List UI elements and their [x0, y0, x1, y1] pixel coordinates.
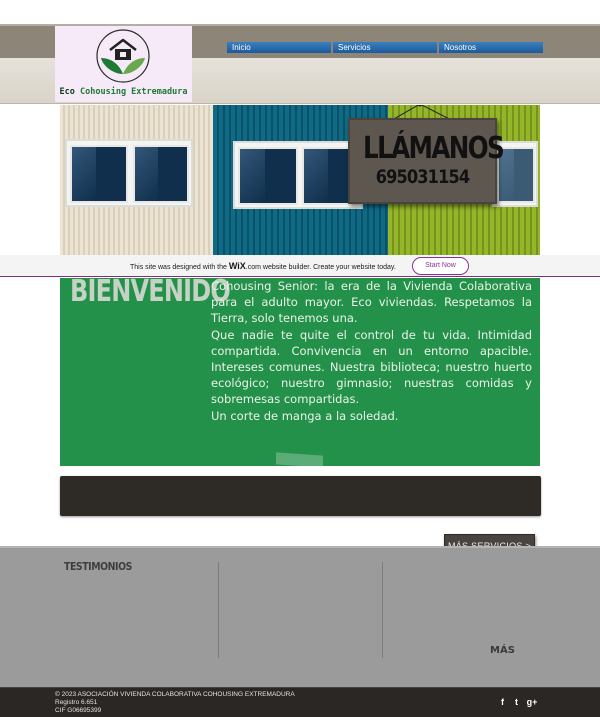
footer: © 2023 ASOCIACIÓN VIVIENDA COLABORATIVA … [0, 687, 600, 717]
site-logo[interactable]: Eco Cohousing Extremadura [55, 26, 192, 102]
testimonials-section: TESTIMONIOS MÁS [0, 546, 600, 687]
footer-copyright: © 2023 ASOCIACIÓN VIVIENDA COLABORATIVA … [55, 691, 295, 698]
welcome-paragraph: Que nadie te quite el control de tu vida… [211, 327, 532, 407]
logo-word-eco: Eco [59, 87, 75, 97]
wix-banner-text: This site was designed with the WiX.com … [130, 261, 396, 271]
footer-cif: CIF G06695399 [55, 707, 102, 714]
wix-logo[interactable]: WiX [229, 261, 246, 271]
wix-text-before: This site was designed with the [130, 264, 227, 271]
window-pane [238, 147, 298, 205]
welcome-paragraph: Cohousing Senior: la era de la Vivienda … [211, 279, 532, 326]
column-divider [382, 562, 383, 658]
column-divider [218, 562, 219, 658]
wix-brand-suffix: .com [245, 264, 261, 271]
house-leaves-icon [96, 29, 150, 83]
welcome-heading: BIENVENIDO [70, 274, 231, 309]
hero-window-center [233, 141, 363, 209]
hero-image: LLÁMANOS 695031154 [60, 105, 540, 255]
start-now-button[interactable]: Start Now [412, 257, 469, 275]
window-pane [70, 145, 128, 203]
nav-item-servicios[interactable]: Servicios [333, 42, 437, 53]
welcome-paragraph: Un corte de manga a la soledad. [211, 408, 399, 423]
nav-item-inicio[interactable]: Inicio [227, 42, 331, 53]
main-nav: Inicio Servicios Nosotros [227, 42, 543, 53]
testimonials-more-link[interactable]: MÁS [490, 645, 515, 656]
welcome-section: BIENVENIDO Cohousing Senior: la era de l… [60, 274, 540, 468]
dark-strip [60, 476, 541, 516]
scroll-arrow[interactable] [276, 452, 323, 468]
logo-wordmark: Eco Cohousing Extremadura [55, 87, 192, 97]
wix-text-after: website builder. Create your website tod… [262, 264, 396, 271]
twitter-icon[interactable]: t [511, 697, 522, 708]
window-pane [133, 145, 189, 203]
testimonials-title: TESTIMONIOS [64, 560, 132, 573]
sign-phone: 695031154 [375, 166, 470, 188]
footer-registry: Registro 6.651 [55, 699, 98, 706]
welcome-text: Cohousing Senior: la era de la Vivienda … [211, 278, 532, 424]
nav-item-nosotros[interactable]: Nosotros [439, 42, 543, 53]
google-plus-icon[interactable]: g+ [525, 697, 539, 708]
logo-word-rest: Cohousing Extremadura [80, 87, 188, 97]
hero-window-left [65, 139, 193, 207]
facebook-icon[interactable]: f [497, 697, 508, 708]
call-us-sign: LLÁMANOS 695031154 [348, 118, 505, 204]
sign-title: LLÁMANOS [363, 131, 505, 166]
